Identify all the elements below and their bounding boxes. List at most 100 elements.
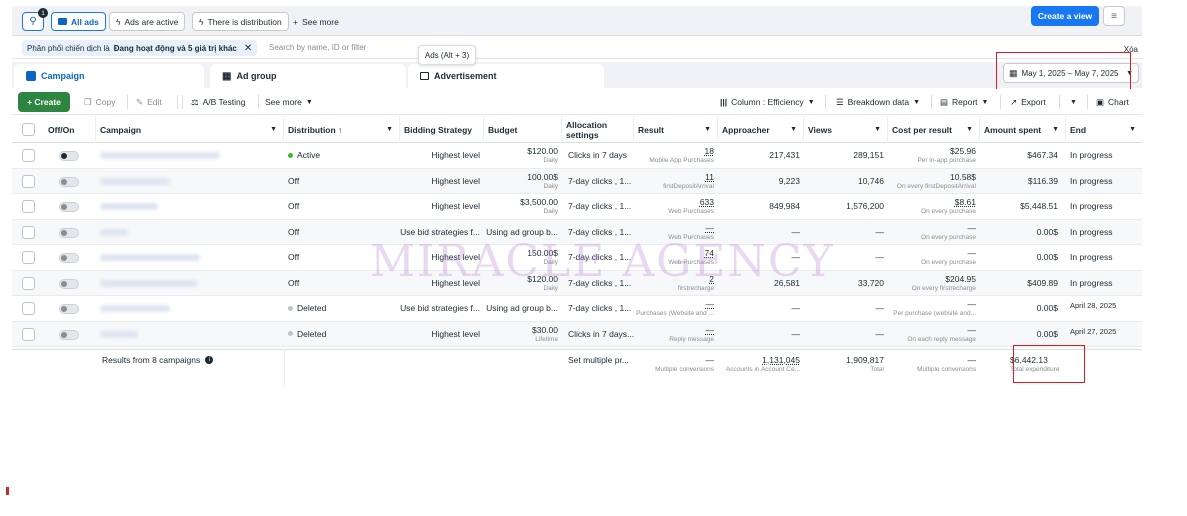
col-campaign[interactable]: Campaign ▼ (96, 116, 284, 143)
tab-campaign[interactable]: Campaign (14, 64, 204, 88)
result-value[interactable]: — (706, 223, 715, 233)
row-checkbox[interactable] (22, 276, 35, 290)
search-button[interactable]: ⚲ 1 (22, 8, 48, 31)
col-allocation[interactable]: Allocation settings (562, 116, 634, 143)
row-checkbox[interactable] (22, 149, 35, 162)
result-value[interactable]: 18 (705, 146, 714, 156)
cost-value: 10.58$ (950, 171, 976, 182)
settings-sliders-icon[interactable]: ≡ (1103, 6, 1125, 26)
tab-advertisement[interactable]: Advertisement (408, 64, 604, 88)
bidding-cell: Highest level (431, 328, 480, 339)
active-filter-pill[interactable]: Phân phối chiến dịch là Đang hoạt động v… (22, 40, 258, 56)
result-type: Reply message (669, 335, 714, 343)
col-amount-spent[interactable]: Amount spent ▼ (980, 116, 1066, 143)
toggle-knob (61, 255, 67, 261)
filter-search-input[interactable]: Search by name, ID or filter (269, 43, 366, 52)
col-approacher[interactable]: Approacher ▼ (718, 116, 804, 143)
end-cell: In progress (1070, 226, 1113, 237)
view-all-ads[interactable]: All ads (51, 12, 106, 31)
export-label: Export (1021, 97, 1046, 107)
view-distribution[interactable]: ϟ There is distribution (192, 12, 289, 31)
col-result[interactable]: Result ▼ (634, 116, 718, 143)
row-checkbox[interactable] (22, 251, 35, 264)
campaign-name-redacted[interactable] (100, 330, 138, 338)
view-all-ads-label: All ads (71, 16, 99, 27)
summary-allocation: Set multiple pr... (568, 354, 629, 365)
row-checkbox[interactable] (22, 225, 35, 239)
campaign-name-redacted[interactable] (100, 305, 170, 312)
col-distribution[interactable]: Distribution ↑ ▼ (284, 116, 400, 143)
col-allocation-label: Allocation (566, 119, 608, 130)
campaign-name-redacted[interactable] (100, 177, 170, 185)
ab-testing-button[interactable]: ⚖ A/B Testing (185, 92, 251, 112)
col-bidding[interactable]: Bidding Strategy (400, 116, 484, 143)
campaign-toggle[interactable] (59, 176, 79, 187)
budget-value: $3,500.00 (520, 197, 558, 208)
result-cell: — Purchases (Website and ... (634, 296, 718, 321)
breakdown-label: Breakdown data (847, 97, 910, 107)
see-more-views[interactable]: + See more (287, 12, 345, 31)
edit-button[interactable]: ✎ Edit (130, 92, 168, 112)
tab-ad-group[interactable]: ▦ Ad group (210, 64, 406, 88)
cost-type: On every purchase (921, 233, 976, 241)
result-value[interactable]: — (706, 325, 715, 335)
budget-cell: $30.00 Lifetime (484, 322, 562, 347)
result-value[interactable]: 633 (700, 197, 714, 207)
table-row[interactable]: Deleted Use bid strategies f... Using ad… (12, 296, 1142, 322)
summary-views-sub: Total (870, 365, 884, 373)
cost-cell: — Per purchase (website and... (888, 296, 980, 321)
create-button[interactable]: + Create (18, 92, 70, 112)
campaign-toggle[interactable] (59, 304, 79, 314)
campaign-toggle[interactable] (59, 329, 79, 340)
col-cost-per-result[interactable]: Cost per result ▼ (888, 116, 980, 143)
table-header: Off/On Campaign ▼ Distribution ↑ ▼ Bidding… (12, 116, 1142, 143)
campaign-toggle[interactable] (59, 278, 79, 289)
breakdown-button[interactable]: ☰ Breakdown data ▼ (830, 92, 926, 112)
campaign-toggle[interactable] (59, 202, 79, 212)
chart-button[interactable]: ▣ Chart (1090, 92, 1135, 112)
campaign-name-redacted[interactable] (100, 254, 200, 261)
copy-button[interactable]: ❐ Copy (78, 92, 121, 112)
campaign-toggle[interactable] (59, 227, 79, 238)
campaign-toggle[interactable] (59, 151, 79, 161)
see-more-actions[interactable]: See more ▼ (259, 92, 319, 112)
col-views[interactable]: Views ▼ (804, 116, 888, 143)
row-checkbox[interactable] (22, 174, 35, 188)
export-options-dropdown[interactable]: ▼ (1064, 92, 1083, 112)
close-icon[interactable]: ✕ (244, 43, 252, 54)
distribution-status: Off (288, 201, 396, 211)
budget-value: $30.00 (532, 324, 558, 335)
campaign-name-redacted[interactable] (100, 228, 128, 236)
cost-type: On every firstrecharge (911, 284, 976, 292)
col-off-on-label: Off/On (48, 124, 75, 135)
lightning-icon: ϟ (199, 16, 204, 27)
report-button[interactable]: ▤ Report ▼ (934, 92, 994, 112)
table-row[interactable]: Off Highest level 100.00$ Daily 7-day cli… (12, 168, 1142, 194)
summary-approacher-value[interactable]: 1,131,045 (762, 355, 800, 365)
view-ads-active[interactable]: ϟ Ads are active (109, 12, 186, 31)
info-icon[interactable]: i (205, 355, 214, 364)
report-label: Report (952, 97, 978, 107)
table-row[interactable]: Off Highest level $3,500.00 Daily 7-day c… (12, 194, 1142, 220)
table-row[interactable]: Active Highest level $120.00 Daily Clicks… (12, 143, 1142, 169)
result-value[interactable]: 11 (705, 172, 714, 182)
campaign-toggle[interactable] (59, 253, 79, 263)
chevron-down-icon: ▼ (1052, 126, 1059, 133)
row-checkbox[interactable] (22, 200, 35, 213)
distribution-status: Deleted (288, 329, 396, 339)
row-checkbox[interactable] (22, 302, 35, 315)
campaign-name-redacted[interactable] (100, 152, 220, 159)
filter-row: Phân phối chiến dịch là Đang hoạt động v… (12, 37, 1142, 59)
result-value[interactable]: — (706, 299, 715, 309)
campaign-name-redacted[interactable] (100, 203, 158, 210)
columns-button[interactable]: ||| Column : Efficiency ▼ (714, 92, 821, 112)
export-button[interactable]: ↗ Export (1004, 92, 1052, 112)
select-all-checkbox[interactable] (22, 123, 35, 136)
edge-marker (6, 487, 9, 495)
col-end[interactable]: End ▼ (1066, 116, 1142, 143)
bidding-cell: Highest level (431, 175, 480, 186)
create-view-button[interactable]: Create a view (1031, 6, 1099, 26)
row-checkbox[interactable] (22, 327, 35, 341)
col-budget[interactable]: Budget (484, 116, 562, 143)
campaign-name-redacted[interactable] (100, 279, 198, 287)
